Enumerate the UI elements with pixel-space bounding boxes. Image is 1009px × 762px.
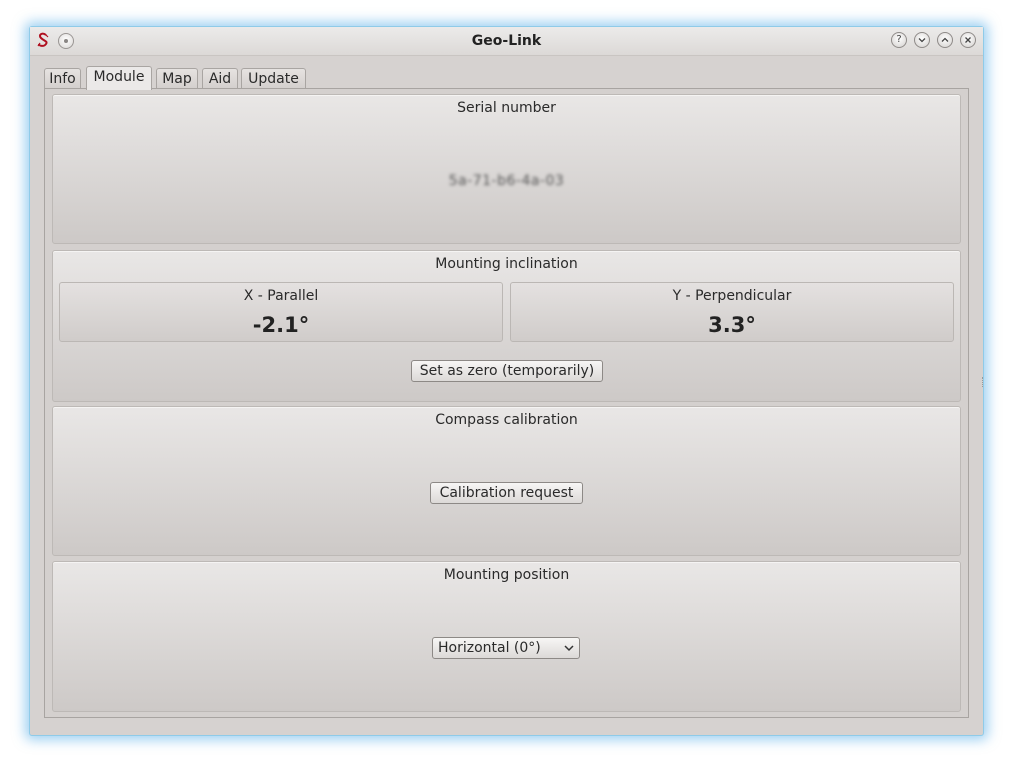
resize-grip[interactable] [982, 377, 986, 387]
serial-number-value: 5a-71-b6-4a-03 [448, 173, 565, 189]
close-icon[interactable] [960, 32, 976, 48]
x-parallel-label: X - Parallel [243, 288, 319, 304]
serial-number-title: Serial number [457, 100, 556, 116]
tab-map[interactable]: Map [156, 68, 198, 89]
minimize-icon[interactable] [914, 32, 930, 48]
window-title: Geo-Link [471, 33, 542, 49]
y-perpendicular-label: Y - Perpendicular [672, 288, 792, 304]
mounting-position-title: Mounting position [443, 567, 570, 583]
compass-calibration-group: Compass calibration Calibration request [52, 406, 961, 556]
y-perpendicular-box: Y - Perpendicular 3.3° [510, 282, 954, 342]
chevron-down-icon [564, 645, 574, 652]
tab-info[interactable]: Info [44, 68, 81, 89]
mounting-inclination-title: Mounting inclination [435, 256, 578, 272]
module-panel: Serial number 5a-71-b6-4a-03 Mounting in… [44, 88, 969, 718]
tab-update[interactable]: Update [241, 68, 306, 89]
mounting-position-value: Horizontal (0°) [438, 640, 541, 656]
compass-calibration-title: Compass calibration [435, 412, 578, 428]
serial-number-group: Serial number 5a-71-b6-4a-03 [52, 94, 961, 244]
title-bar[interactable]: Geo-Link ? [30, 27, 983, 56]
x-parallel-box: X - Parallel -2.1° [59, 282, 503, 342]
tab-module[interactable]: Module [86, 66, 152, 90]
calibration-request-button[interactable]: Calibration request [430, 482, 583, 504]
x-parallel-value: -2.1° [252, 313, 310, 337]
maximize-icon[interactable] [937, 32, 953, 48]
mounting-position-select[interactable]: Horizontal (0°) [432, 637, 580, 659]
mounting-position-group: Mounting position Horizontal (0°) [52, 561, 961, 712]
app-window: Geo-Link ? Info Module Map Aid Update Se… [29, 26, 984, 736]
y-perpendicular-value: 3.3° [708, 313, 756, 337]
tab-aid[interactable]: Aid [202, 68, 238, 89]
mounting-inclination-group: Mounting inclination X - Parallel -2.1° … [52, 250, 961, 402]
help-icon[interactable]: ? [891, 32, 907, 48]
set-zero-button[interactable]: Set as zero (temporarily) [411, 360, 603, 382]
